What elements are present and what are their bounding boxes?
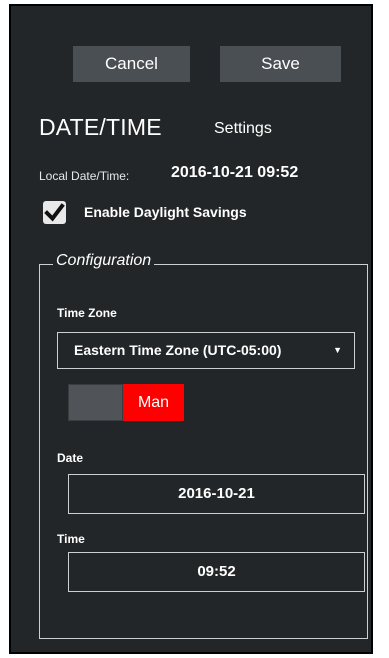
- time-label: Time: [57, 532, 85, 546]
- date-input[interactable]: 2016-10-21: [68, 474, 365, 514]
- page-subtitle: Settings: [214, 120, 272, 137]
- cancel-button[interactable]: Cancel: [73, 46, 190, 82]
- date-label: Date: [57, 451, 84, 465]
- timezone-value: Eastern Time Zone (UTC-05:00): [74, 342, 282, 358]
- checkmark-icon: [44, 203, 65, 222]
- toggle-knob: [68, 384, 123, 421]
- time-input[interactable]: 09:52: [68, 552, 365, 592]
- toggle-state-label: Man: [123, 384, 184, 421]
- daylight-savings-checkbox[interactable]: [43, 201, 66, 224]
- timezone-select[interactable]: Eastern Time Zone (UTC-05:00) ▼: [57, 332, 355, 369]
- local-datetime-label: Local Date/Time:: [39, 169, 130, 183]
- local-datetime-value: 2016-10-21 09:52: [171, 164, 299, 181]
- date-time-panel: Cancel Save DATE/TIME Settings Local Dat…: [9, 4, 373, 654]
- page-title: DATE/TIME: [39, 114, 162, 140]
- configuration-legend: Configuration: [53, 252, 155, 270]
- dropdown-arrow-icon: ▼: [333, 345, 342, 355]
- timezone-label: Time Zone: [57, 306, 117, 320]
- mode-toggle[interactable]: Man: [68, 384, 184, 421]
- daylight-savings-label: Enable Daylight Savings: [84, 204, 247, 220]
- save-button[interactable]: Save: [220, 46, 341, 82]
